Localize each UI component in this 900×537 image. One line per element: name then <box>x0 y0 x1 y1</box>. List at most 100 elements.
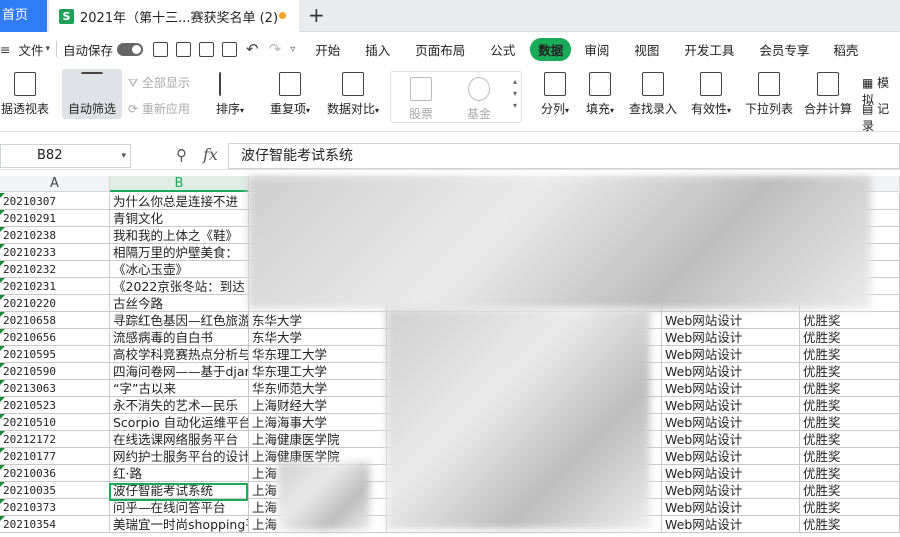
table-cell[interactable]: 优胜奖 <box>800 346 900 363</box>
table-cell[interactable]: 华东师范大学 <box>249 380 387 397</box>
reapply-button[interactable]: ⟳ 重新应用 <box>128 100 190 117</box>
stocks-button[interactable]: 股票 <box>405 77 437 122</box>
table-cell[interactable]: 相隔万里的炉壁美食： <box>110 244 249 261</box>
table-cell[interactable]: 四海问卷网——基于djang <box>110 363 249 380</box>
table-cell[interactable]: 20210656 <box>0 329 110 346</box>
table-cell[interactable]: 优胜奖 <box>800 414 900 431</box>
print-icon[interactable] <box>199 41 215 57</box>
zoom-search-icon[interactable]: ⚲ <box>176 146 187 164</box>
undo-icon[interactable]: ↶ <box>246 40 259 58</box>
table-cell[interactable]: 20210590 <box>0 363 110 380</box>
more-icon[interactable]: ▿ <box>290 44 295 55</box>
split-button[interactable]: 分列▾ <box>535 72 575 117</box>
table-cell[interactable]: 优胜奖 <box>800 448 900 465</box>
consolidate-button[interactable]: 合并计算 <box>802 72 854 117</box>
funds-button[interactable]: 基金 <box>463 77 495 122</box>
table-cell[interactable]: 问乎—在线问答平台 <box>110 499 249 516</box>
formula-input[interactable]: 波仔智能考试系统 <box>228 143 900 169</box>
menu-file[interactable]: 文件 <box>18 40 43 59</box>
table-cell[interactable]: Web网站设计 <box>662 448 800 465</box>
table-cell[interactable]: 20210510 <box>0 414 110 431</box>
redo-icon[interactable]: ↷ <box>269 40 282 58</box>
menu-formula[interactable]: 公式 <box>490 40 515 59</box>
table-cell[interactable]: 20210658 <box>0 312 110 329</box>
autofilter-button[interactable]: 自动筛选 <box>62 69 122 119</box>
table-cell[interactable]: 古丝今路 <box>110 295 249 312</box>
table-cell[interactable]: Scorpio 自动化运维平台 <box>110 414 249 431</box>
table-cell[interactable]: 优胜奖 <box>800 482 900 499</box>
chevron-down-icon[interactable]: ▾ <box>121 145 126 167</box>
table-cell[interactable]: 优胜奖 <box>800 499 900 516</box>
table-cell[interactable]: 优胜奖 <box>800 516 900 533</box>
table-cell[interactable]: 上海财经大学 <box>249 397 387 414</box>
hamburger-icon[interactable]: ≡ <box>0 42 10 57</box>
table-cell[interactable]: 寻踪红色基因—红色旅游 <box>110 312 249 329</box>
table-cell[interactable]: 优胜奖 <box>800 431 900 448</box>
table-cell[interactable]: 20210291 <box>0 210 110 227</box>
table-cell[interactable]: Web网站设计 <box>662 465 800 482</box>
save-icon[interactable] <box>153 41 169 57</box>
table-cell[interactable]: 20210238 <box>0 227 110 244</box>
table-cell[interactable]: 20210523 <box>0 397 110 414</box>
menu-member[interactable]: 会员专享 <box>759 40 809 59</box>
pivot-table-button[interactable]: 据透视表 <box>0 72 50 117</box>
autosave-toggle[interactable] <box>117 42 144 56</box>
tab-home[interactable]: 首页 <box>0 0 47 32</box>
table-cell[interactable]: 东华大学 <box>249 329 387 346</box>
table-cell[interactable]: 永不消失的艺术—民乐 <box>110 397 249 414</box>
menu-view[interactable]: 视图 <box>634 40 659 59</box>
table-cell[interactable]: 20210354 <box>0 516 110 533</box>
table-cell[interactable]: 《冰心玉壶》 <box>110 261 249 278</box>
table-cell[interactable]: 华东理工大学 <box>249 346 387 363</box>
table-cell[interactable]: 高校学科竞赛热点分析与 <box>110 346 249 363</box>
table-cell[interactable]: Web网站设计 <box>662 397 800 414</box>
table-cell[interactable]: 红·路 <box>110 465 249 482</box>
name-box[interactable]: B82 ▾ <box>0 144 131 168</box>
table-cell[interactable]: 20210233 <box>0 244 110 261</box>
table-cell[interactable]: 流感病毒的自白书 <box>110 329 249 346</box>
tab-document[interactable]: S 2021年（第十三...赛获奖名单 (2) <box>49 0 299 32</box>
menu-page-layout[interactable]: 页面布局 <box>415 40 465 59</box>
table-cell[interactable]: 20210595 <box>0 346 110 363</box>
table-cell[interactable]: 优胜奖 <box>800 465 900 482</box>
table-cell[interactable]: 上海健康医学院 <box>249 431 387 448</box>
function-icon[interactable]: fx <box>203 145 218 164</box>
show-all-button[interactable]: ⛛ 全部显示 <box>128 74 190 91</box>
table-cell[interactable]: 《2022京张冬站：到达 <box>110 278 249 295</box>
table-cell[interactable]: 网约护士服务平台的设计 <box>110 448 249 465</box>
lookup-button[interactable]: 查找录入 <box>627 72 679 117</box>
table-cell[interactable]: Web网站设计 <box>662 482 800 499</box>
table-cell[interactable]: 20210231 <box>0 278 110 295</box>
menu-docer[interactable]: 稻壳 <box>833 40 858 59</box>
print-preview-icon[interactable] <box>222 41 238 57</box>
table-cell[interactable]: 20210035 <box>0 482 110 499</box>
table-cell[interactable]: Web网站设计 <box>662 363 800 380</box>
table-cell[interactable]: 20213063 <box>0 380 110 397</box>
compare-button[interactable]: 数据对比▾ <box>323 72 383 117</box>
table-cell[interactable]: 20210232 <box>0 261 110 278</box>
table-cell[interactable]: 优胜奖 <box>800 380 900 397</box>
column-header-a[interactable]: A <box>0 176 110 192</box>
menu-data[interactable]: 数据 <box>530 37 572 61</box>
menu-dev-tools[interactable]: 开发工具 <box>684 40 734 59</box>
table-cell[interactable]: 为什么你总是连接不进 <box>110 193 249 210</box>
table-cell[interactable]: 优胜奖 <box>800 312 900 329</box>
spreadsheet-grid[interactable]: A B 20210307 为什么你总是连接不进 20210291 青铜文化 202102… <box>0 176 900 537</box>
table-cell[interactable]: 优胜奖 <box>800 329 900 346</box>
duplicates-button[interactable]: 重复项▾ <box>265 72 315 117</box>
table-cell[interactable]: 20210373 <box>0 499 110 516</box>
table-cell[interactable]: 优胜奖 <box>800 363 900 380</box>
column-header-b[interactable]: B <box>110 176 249 192</box>
table-cell[interactable]: Web网站设计 <box>662 499 800 516</box>
menu-review[interactable]: 审阅 <box>584 40 609 59</box>
table-cell[interactable]: 优胜奖 <box>800 397 900 414</box>
table-cell[interactable]: Web网站设计 <box>662 312 800 329</box>
table-cell[interactable]: 青铜文化 <box>110 210 249 227</box>
menu-insert[interactable]: 插入 <box>365 40 390 59</box>
menu-start[interactable]: 开始 <box>315 40 340 59</box>
table-cell[interactable]: 东华大学 <box>249 312 387 329</box>
table-cell[interactable]: 华东理工大学 <box>249 363 387 380</box>
table-cell[interactable]: 20212172 <box>0 431 110 448</box>
table-cell[interactable]: Web网站设计 <box>662 346 800 363</box>
table-cell[interactable]: 20210220 <box>0 295 110 312</box>
